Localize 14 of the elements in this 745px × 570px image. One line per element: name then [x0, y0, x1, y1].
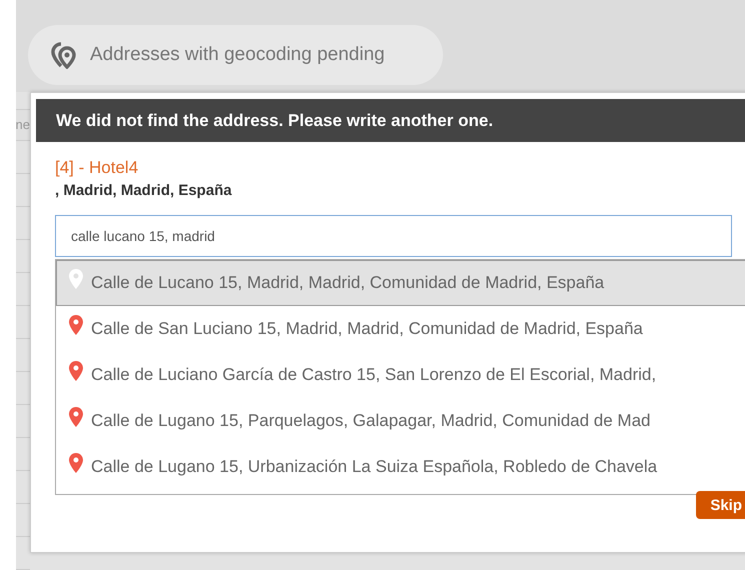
skip-button[interactable]: Skip — [696, 491, 745, 519]
column-header: ne — [16, 109, 30, 141]
map-pin-icon — [69, 407, 83, 427]
map-pin-icon — [69, 453, 83, 473]
map-pin-icon — [69, 315, 83, 335]
map-pin-icon — [69, 361, 83, 381]
map-pin-icon — [69, 269, 83, 289]
address-input[interactable]: calle lucano 15, madrid — [55, 215, 732, 257]
record-name: [4] - Hotel4 — [55, 158, 140, 178]
dialog-title: We did not find the address. Please write another one. — [36, 99, 745, 142]
record-address: , Madrid, Madrid, España — [55, 182, 233, 199]
page-title: Addresses with geocoding pending — [90, 44, 385, 66]
suggestion-item[interactable]: Calle de Lucano 15, Madrid, Madrid, Comunidad de Madrid, España — [56, 260, 745, 306]
map-pins-icon — [50, 41, 78, 69]
